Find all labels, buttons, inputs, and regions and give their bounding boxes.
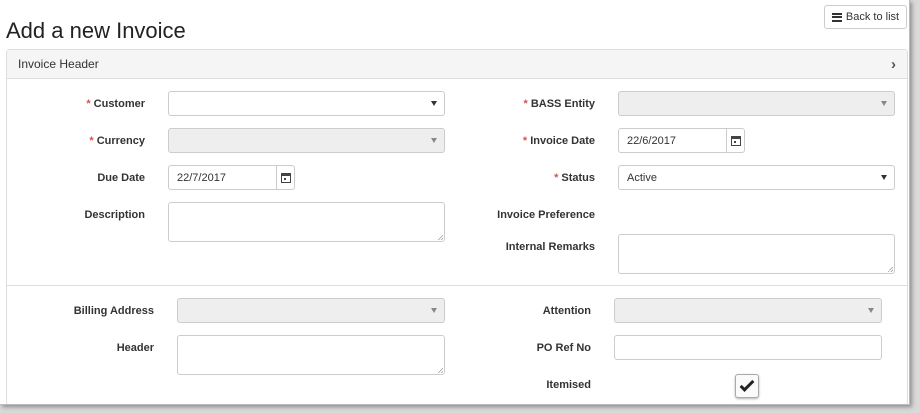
po-ref-no-label: PO Ref No <box>536 342 591 354</box>
invoice-date-picker: 22/6/2017 <box>618 128 745 153</box>
status-label: * Status <box>554 172 595 184</box>
bass-entity-select[interactable] <box>618 91 895 116</box>
caret-down-icon <box>431 101 437 106</box>
internal-remarks-label: Internal Remarks <box>505 241 595 253</box>
caret-down-icon <box>868 308 874 313</box>
internal-remarks-textarea[interactable] <box>618 234 895 274</box>
invoice-preference-label: Invoice Preference <box>497 209 595 221</box>
caret-down-icon <box>881 101 887 106</box>
caret-down-icon <box>431 308 437 313</box>
header-label: Header <box>116 342 154 354</box>
billing-address-select[interactable] <box>177 298 445 323</box>
invoice-date-label: * Invoice Date <box>522 135 595 147</box>
due-date-calendar-button[interactable] <box>276 165 295 190</box>
list-icon <box>831 12 842 22</box>
calendar-icon <box>730 135 741 146</box>
status-select[interactable]: Active <box>618 165 895 190</box>
caret-down-icon <box>881 175 887 180</box>
itemised-checkbox[interactable] <box>735 374 759 398</box>
billing-address-label: Billing Address <box>73 305 154 317</box>
description-textarea[interactable] <box>168 202 445 242</box>
due-date-picker: 22/7/2017 <box>168 165 295 190</box>
page-title: Add a new Invoice <box>6 18 186 43</box>
calendar-icon <box>280 172 291 183</box>
customer-label: * Customer <box>86 98 145 110</box>
chevron-right-icon: › <box>891 55 896 73</box>
invoice-form-window: Add a new Invoice Back to list Invoice H… <box>0 0 910 405</box>
invoice-date-calendar-button[interactable] <box>726 128 745 153</box>
invoice-header-panel-heading[interactable]: Invoice Header › <box>7 50 907 79</box>
po-ref-no-input[interactable] <box>614 335 882 360</box>
attention-select[interactable] <box>614 298 882 323</box>
due-date-input[interactable]: 22/7/2017 <box>168 165 276 190</box>
description-label: Description <box>84 209 145 221</box>
invoice-date-input[interactable]: 22/6/2017 <box>618 128 726 153</box>
back-to-list-label: Back to list <box>845 11 900 23</box>
checkmark-icon <box>739 377 755 392</box>
attention-label: Attention <box>542 305 591 317</box>
currency-select[interactable] <box>168 128 445 153</box>
invoice-header-panel: Invoice Header › * Customer * BASS Entity … <box>6 49 908 404</box>
back-to-list-button[interactable]: Back to list <box>824 5 907 29</box>
panel-heading-title: Invoice Header <box>18 57 99 71</box>
due-date-label: Due Date <box>97 172 145 184</box>
currency-label: * Currency <box>89 135 145 147</box>
bass-entity-label: * BASS Entity <box>523 98 595 110</box>
caret-down-icon <box>431 138 437 143</box>
section-divider <box>7 285 907 286</box>
itemised-label: Itemised <box>546 379 591 391</box>
header-textarea[interactable] <box>177 335 445 375</box>
customer-select[interactable] <box>168 91 445 116</box>
